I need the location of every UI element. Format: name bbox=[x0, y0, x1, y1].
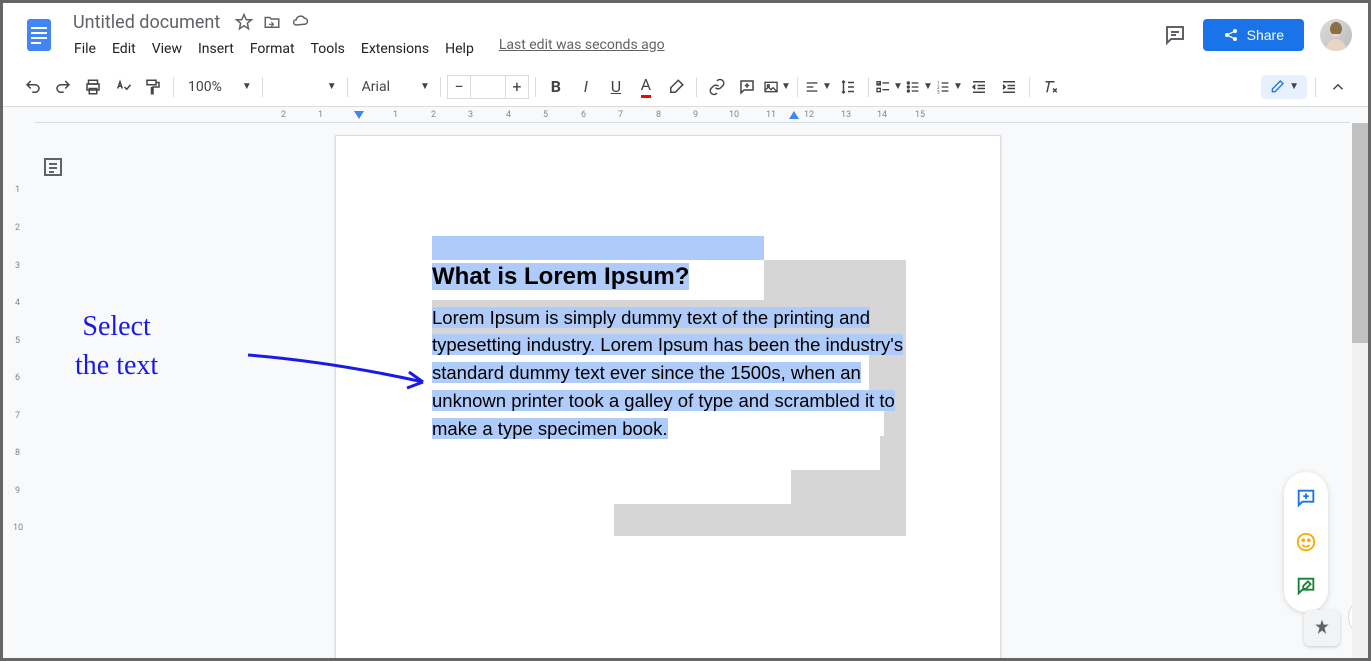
paint-format-button[interactable] bbox=[139, 73, 167, 101]
menu-format[interactable]: Format bbox=[243, 37, 302, 61]
italic-button[interactable]: I bbox=[572, 73, 600, 101]
redo-button[interactable] bbox=[49, 73, 77, 101]
document-content[interactable]: What is Lorem Ipsum? Lorem Ipsum is simp… bbox=[432, 236, 906, 442]
vertical-scrollbar[interactable] bbox=[1352, 123, 1368, 658]
star-icon[interactable] bbox=[234, 12, 254, 32]
document-heading: What is Lorem Ipsum? bbox=[432, 263, 689, 290]
toolbar: 100%▼ ▼ Arial▼ − + B I U A ▼ ▼ ▼ ▼ 123▼ bbox=[3, 67, 1368, 107]
font-size-control: − + bbox=[447, 75, 529, 99]
bold-button[interactable]: B bbox=[542, 73, 570, 101]
floating-actions bbox=[1284, 472, 1328, 612]
chevron-down-icon: ▼ bbox=[893, 81, 903, 92]
user-avatar[interactable] bbox=[1320, 19, 1352, 51]
chevron-down-icon: ▼ bbox=[781, 81, 791, 92]
line-spacing-button[interactable] bbox=[834, 73, 862, 101]
share-button[interactable]: Share bbox=[1203, 19, 1304, 51]
checklist-button[interactable]: ▼ bbox=[875, 73, 903, 101]
menu-view[interactable]: View bbox=[145, 37, 189, 61]
font-size-input[interactable] bbox=[471, 75, 505, 99]
bulleted-list-button[interactable]: ▼ bbox=[905, 73, 933, 101]
comments-icon[interactable] bbox=[1163, 23, 1187, 47]
explore-button[interactable] bbox=[1304, 610, 1340, 646]
separator bbox=[347, 77, 348, 97]
separator bbox=[262, 77, 263, 97]
underline-button[interactable]: U bbox=[602, 73, 630, 101]
document-title[interactable]: Untitled document bbox=[67, 10, 226, 35]
chevron-down-icon: ▼ bbox=[923, 81, 933, 92]
outline-button[interactable] bbox=[41, 155, 65, 179]
add-comment-floating[interactable] bbox=[1288, 480, 1324, 516]
separator bbox=[535, 77, 536, 97]
paragraph-style-select[interactable]: ▼ bbox=[269, 77, 341, 96]
add-emoji-floating[interactable] bbox=[1288, 524, 1324, 560]
spellcheck-button[interactable] bbox=[109, 73, 137, 101]
separator bbox=[173, 77, 174, 97]
zoom-select[interactable]: 100%▼ bbox=[180, 75, 256, 99]
increase-font-button[interactable]: + bbox=[505, 75, 529, 99]
chevron-down-icon: ▼ bbox=[1289, 81, 1299, 92]
menu-edit[interactable]: Edit bbox=[105, 37, 143, 61]
menubar: File Edit View Insert Format Tools Exten… bbox=[67, 37, 1163, 61]
increase-indent-button[interactable] bbox=[995, 73, 1023, 101]
separator bbox=[696, 77, 697, 97]
print-button[interactable] bbox=[79, 73, 107, 101]
add-comment-button[interactable] bbox=[733, 73, 761, 101]
menu-extensions[interactable]: Extensions bbox=[354, 37, 436, 61]
document-body: Lorem Ipsum is simply dummy text of the … bbox=[432, 307, 903, 439]
decrease-font-button[interactable]: − bbox=[447, 75, 471, 99]
menu-file[interactable]: File bbox=[67, 37, 103, 61]
align-button[interactable]: ▼ bbox=[804, 73, 832, 101]
svg-text:3: 3 bbox=[937, 89, 940, 95]
last-edit-link[interactable]: Last edit was seconds ago bbox=[499, 37, 665, 61]
separator bbox=[1315, 77, 1316, 97]
decrease-indent-button[interactable] bbox=[965, 73, 993, 101]
move-icon[interactable] bbox=[262, 12, 282, 32]
cloud-icon[interactable] bbox=[290, 12, 310, 32]
chevron-down-icon: ▼ bbox=[420, 81, 430, 92]
separator bbox=[868, 77, 869, 97]
annotation-label: Select the text bbox=[75, 307, 158, 385]
link-button[interactable] bbox=[703, 73, 731, 101]
vertical-ruler[interactable]: 1 2 3 4 5 6 7 8 9 10 bbox=[3, 123, 35, 658]
highlight-button[interactable] bbox=[662, 73, 690, 101]
annotation-arrow bbox=[243, 347, 443, 407]
chevron-down-icon: ▼ bbox=[953, 81, 963, 92]
chevron-down-icon: ▼ bbox=[822, 81, 832, 92]
separator bbox=[797, 77, 798, 97]
suggest-edit-floating[interactable] bbox=[1288, 568, 1324, 604]
horizontal-ruler[interactable]: 2 1 1 2 3 4 5 6 7 8 9 10 11 12 13 14 15 bbox=[35, 107, 1350, 123]
canvas: 2 1 1 2 3 4 5 6 7 8 9 10 11 12 13 14 15 bbox=[3, 107, 1368, 658]
titlebar: Untitled document File Edit View Insert … bbox=[3, 3, 1368, 67]
menu-help[interactable]: Help bbox=[438, 37, 481, 61]
chevron-down-icon: ▼ bbox=[327, 81, 337, 92]
numbered-list-button[interactable]: 123▼ bbox=[935, 73, 963, 101]
share-label: Share bbox=[1247, 27, 1284, 43]
text-color-button[interactable]: A bbox=[632, 73, 660, 101]
clear-formatting-button[interactable] bbox=[1036, 73, 1064, 101]
undo-button[interactable] bbox=[19, 73, 47, 101]
menu-tools[interactable]: Tools bbox=[304, 37, 352, 61]
expand-button[interactable] bbox=[1324, 73, 1352, 101]
separator bbox=[1029, 77, 1030, 97]
menu-insert[interactable]: Insert bbox=[191, 37, 241, 61]
scrollbar-thumb[interactable] bbox=[1352, 123, 1368, 343]
chevron-down-icon: ▼ bbox=[242, 81, 252, 92]
separator bbox=[440, 77, 441, 97]
editing-mode-button[interactable]: ▼ bbox=[1261, 75, 1307, 99]
docs-logo[interactable] bbox=[19, 15, 59, 55]
insert-image-button[interactable]: ▼ bbox=[763, 73, 791, 101]
font-select[interactable]: Arial▼ bbox=[354, 75, 434, 99]
